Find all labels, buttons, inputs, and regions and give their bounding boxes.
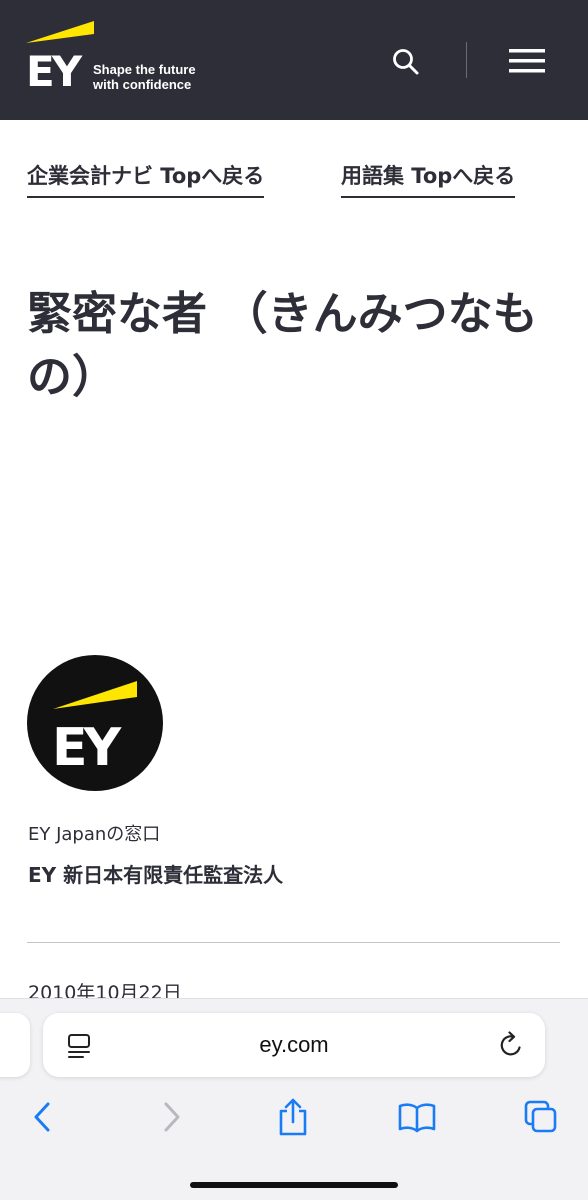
forward-chevron-icon — [164, 1102, 180, 1132]
ey-logo[interactable]: EY Shape the future with confidence — [26, 20, 206, 100]
breadcrumb-nav: 企業会計ナビ Topへ戻る 用語集 Topへ戻る — [27, 160, 567, 200]
search-icon — [393, 49, 419, 75]
back-button[interactable] — [23, 1097, 63, 1137]
page-title: 緊密な者 （きんみつなもの） — [27, 287, 538, 403]
logo-letters: EY — [26, 47, 82, 96]
back-chevron-icon — [34, 1102, 50, 1132]
bookmarks-icon — [398, 1103, 436, 1133]
header-divider — [466, 42, 467, 78]
url-text: ey.com — [259, 1032, 329, 1057]
home-indicator — [190, 1182, 398, 1188]
contact-name[interactable]: EY 新日本有限責任監査法人 — [28, 859, 283, 888]
share-icon — [279, 1098, 307, 1136]
share-button[interactable] — [273, 1097, 313, 1137]
back-to-glossary-top-link[interactable]: 用語集 Topへ戻る — [341, 160, 516, 198]
logo-tagline: Shape the future with confidence — [93, 62, 196, 92]
forward-button[interactable] — [151, 1097, 191, 1137]
tabs-button[interactable] — [521, 1097, 561, 1137]
logo-yellow-beam — [26, 21, 94, 43]
content-divider — [27, 942, 560, 943]
menu-button[interactable] — [507, 44, 547, 78]
hamburger-menu-icon — [509, 49, 545, 73]
search-button[interactable] — [388, 44, 424, 80]
reload-icon[interactable] — [495, 1029, 527, 1061]
contact-label: EY Japanの窓口 — [28, 824, 161, 845]
previous-tab-preview[interactable] — [0, 1013, 30, 1077]
ey-circle-logo: EY — [27, 655, 163, 791]
tabs-icon — [524, 1100, 557, 1133]
bookmarks-button[interactable] — [397, 1097, 437, 1137]
circle-logo-letters: EY — [52, 718, 123, 778]
address-bar[interactable]: ey.com — [43, 1013, 545, 1077]
site-header: EY Shape the future with confidence — [0, 0, 588, 120]
browser-toolbar: ey.com — [0, 998, 588, 1200]
back-to-accounting-navi-top-link[interactable]: 企業会計ナビ Topへ戻る — [27, 160, 265, 198]
